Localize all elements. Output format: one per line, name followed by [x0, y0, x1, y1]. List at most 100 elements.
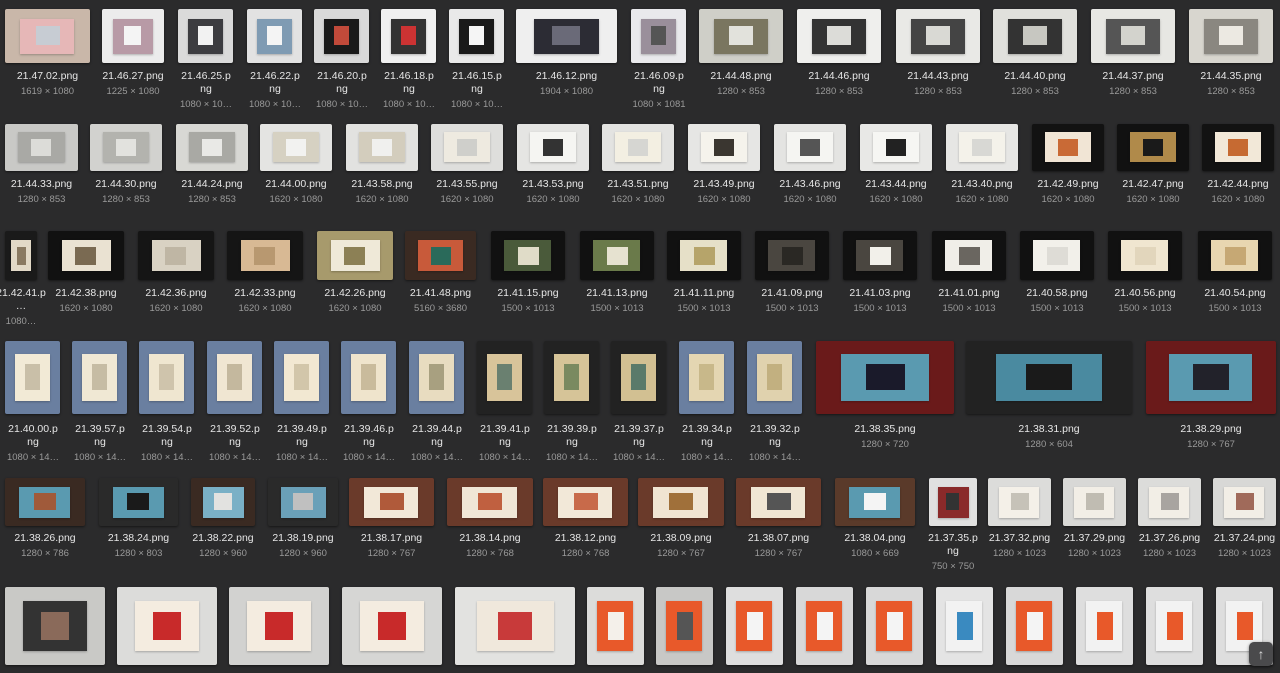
file-thumbnail[interactable]: [99, 478, 178, 526]
file-thumbnail[interactable]: [229, 587, 329, 665]
file-thumbnail[interactable]: [1146, 341, 1276, 414]
thumbnail-detail: [607, 247, 628, 265]
file-thumbnail[interactable]: [726, 587, 783, 665]
file-thumbnail[interactable]: [341, 341, 396, 414]
file-thumbnail[interactable]: [176, 124, 248, 171]
file-thumbnail[interactable]: [5, 9, 90, 63]
file-thumbnail[interactable]: [638, 478, 724, 526]
file-thumbnail[interactable]: [946, 124, 1018, 171]
file-thumbnail[interactable]: [516, 9, 617, 63]
file-thumbnail[interactable]: [866, 587, 923, 665]
file-thumbnail[interactable]: [314, 9, 369, 63]
file-thumbnail[interactable]: [988, 478, 1051, 526]
file-thumbnail[interactable]: [5, 231, 37, 280]
file-thumbnail[interactable]: [207, 341, 262, 414]
thumbnail-detail: [608, 612, 624, 640]
file-thumbnail[interactable]: [317, 231, 393, 280]
file-thumbnail[interactable]: [5, 124, 78, 171]
file-thumbnail[interactable]: [679, 341, 734, 414]
file-thumbnail[interactable]: [90, 124, 162, 171]
file-thumbnail[interactable]: [349, 478, 434, 526]
file-thumbnail[interactable]: [1091, 9, 1175, 63]
file-thumbnail[interactable]: [611, 341, 666, 414]
file-dimensions: 1080 × 14…: [73, 452, 127, 463]
file-thumbnail[interactable]: [139, 341, 194, 414]
file-thumbnail[interactable]: [543, 478, 628, 526]
file-thumbnail[interactable]: [1108, 231, 1182, 280]
file-thumbnail[interactable]: [755, 231, 829, 280]
file-thumbnail[interactable]: [580, 231, 654, 280]
file-thumbnail[interactable]: [936, 587, 993, 665]
file-thumbnail[interactable]: [1138, 478, 1201, 526]
file-thumbnail[interactable]: [796, 587, 853, 665]
file-thumbnail[interactable]: [409, 341, 464, 414]
file-thumbnail[interactable]: [178, 9, 233, 63]
file-thumbnail[interactable]: [447, 478, 533, 526]
file-thumbnail[interactable]: [5, 587, 105, 665]
file-thumbnail[interactable]: [117, 587, 217, 665]
file-name: 21.37.35.p ng: [928, 532, 978, 557]
file-thumbnail[interactable]: [1020, 231, 1094, 280]
file-thumbnail[interactable]: [274, 341, 329, 414]
file-thumbnail[interactable]: [1032, 124, 1104, 171]
file-thumbnail[interactable]: [929, 478, 977, 526]
file-thumbnail[interactable]: [5, 341, 60, 414]
file-thumbnail[interactable]: [860, 124, 932, 171]
file-thumbnail[interactable]: [544, 341, 599, 414]
file-thumbnail[interactable]: [1063, 478, 1126, 526]
file-thumbnail[interactable]: [602, 124, 674, 171]
file-thumbnail[interactable]: [736, 478, 821, 526]
file-thumbnail[interactable]: [699, 9, 783, 63]
file-thumbnail[interactable]: [966, 341, 1132, 414]
file-thumbnail[interactable]: [816, 341, 954, 414]
file-thumbnail[interactable]: [138, 231, 214, 280]
file-thumbnail[interactable]: [1076, 587, 1133, 665]
file-thumbnail[interactable]: [1146, 587, 1203, 665]
file-thumbnail[interactable]: [431, 124, 503, 171]
file-thumbnail[interactable]: [587, 587, 644, 665]
file-thumbnail[interactable]: [227, 231, 303, 280]
file-thumbnail[interactable]: [48, 231, 124, 280]
file-thumbnail[interactable]: [835, 478, 915, 526]
file-thumbnail[interactable]: [1198, 231, 1272, 280]
file-thumbnail[interactable]: [247, 9, 302, 63]
file-thumbnail[interactable]: [477, 341, 532, 414]
file-thumbnail[interactable]: [1006, 587, 1063, 665]
thumbnail-detail: [1097, 612, 1113, 640]
thumbnail-detail: [866, 364, 905, 390]
file-thumbnail[interactable]: [932, 231, 1006, 280]
file-dimensions: 1280 × 767: [367, 548, 416, 559]
file-thumbnail[interactable]: [1202, 124, 1274, 171]
thumbnail-detail: [293, 493, 313, 510]
file-thumbnail[interactable]: [896, 9, 980, 63]
file-thumbnail[interactable]: [631, 9, 686, 63]
scroll-to-top-button[interactable]: ↑: [1249, 642, 1273, 666]
file-name: 21.44.40.png: [1004, 70, 1066, 82]
file-thumbnail[interactable]: [1213, 478, 1276, 526]
file-thumbnail[interactable]: [797, 9, 881, 63]
file-thumbnail[interactable]: [747, 341, 802, 414]
file-thumbnail[interactable]: [72, 341, 127, 414]
file-thumbnail[interactable]: [993, 9, 1077, 63]
file-thumbnail[interactable]: [774, 124, 846, 171]
file-thumbnail[interactable]: [1117, 124, 1189, 171]
file-thumbnail[interactable]: [268, 478, 338, 526]
file-thumbnail[interactable]: [455, 587, 575, 665]
file-thumbnail[interactable]: [517, 124, 589, 171]
file-thumbnail[interactable]: [1189, 9, 1273, 63]
file-thumbnail[interactable]: [342, 587, 442, 665]
file-dimensions: 1080 × 14…: [680, 452, 734, 463]
file-thumbnail[interactable]: [449, 9, 504, 63]
file-thumbnail[interactable]: [260, 124, 332, 171]
file-thumbnail[interactable]: [102, 9, 164, 63]
file-thumbnail[interactable]: [688, 124, 760, 171]
file-thumbnail[interactable]: [667, 231, 741, 280]
file-thumbnail[interactable]: [191, 478, 255, 526]
file-thumbnail[interactable]: [656, 587, 713, 665]
file-thumbnail[interactable]: [405, 231, 476, 280]
file-thumbnail[interactable]: [346, 124, 418, 171]
file-thumbnail[interactable]: [843, 231, 917, 280]
file-thumbnail[interactable]: [491, 231, 565, 280]
file-thumbnail[interactable]: [381, 9, 436, 63]
file-thumbnail[interactable]: [5, 478, 85, 526]
